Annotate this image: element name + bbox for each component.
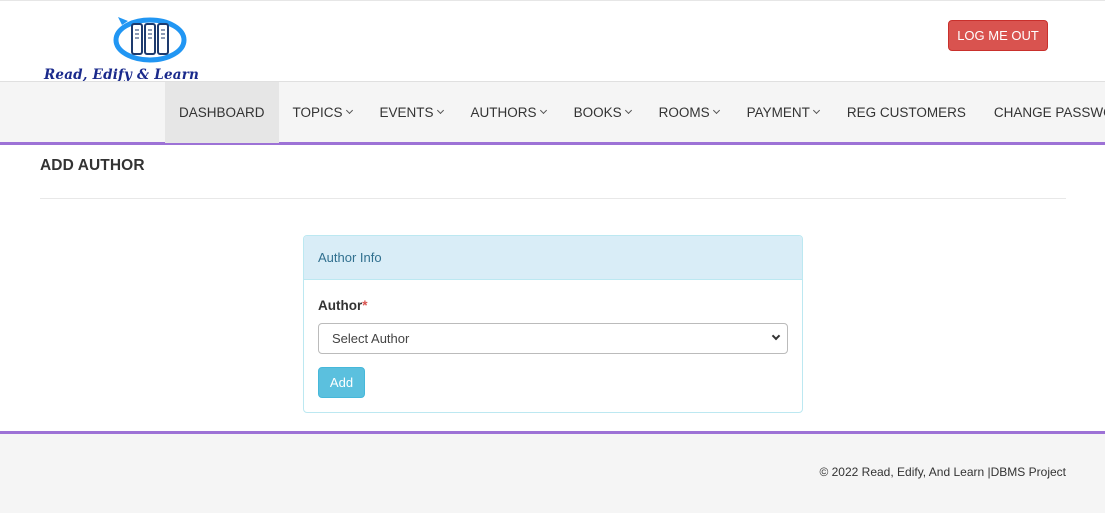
nav-item-authors[interactable]: AUTHORS (457, 82, 560, 143)
author-label-text: Author (318, 298, 363, 313)
chevron-down-icon (436, 106, 444, 115)
site-logo[interactable]: Read, Edify & Learn (40, 13, 264, 83)
nav-item-reg-customers[interactable]: REG CUSTOMERS (833, 82, 980, 143)
nav-item-label: ROOMS (658, 105, 710, 120)
chevron-down-icon (539, 106, 547, 115)
footer-copyright: © 2022 Read, Edify, And Learn |DBMS Proj… (819, 465, 1066, 479)
nav-item-label: EVENTS (379, 105, 434, 120)
nav-item-label: BOOKS (573, 105, 622, 120)
chevron-down-icon (345, 106, 353, 115)
nav-menu: DASHBOARD TOPICS EVENTS AUTHORS BOOKS RO… (165, 82, 1105, 143)
nav-item-payment[interactable]: PAYMENT (733, 82, 833, 143)
nav-item-label: AUTHORS (470, 105, 537, 120)
nav-item-label: DASHBOARD (179, 105, 265, 120)
nav-item-label: TOPICS (292, 105, 343, 120)
top-header: Read, Edify & Learn LOG ME OUT (0, 0, 1105, 83)
nav-item-label: CHANGE PASSWORD (993, 105, 1105, 120)
chevron-down-icon (812, 106, 820, 115)
chevron-down-icon (712, 106, 720, 115)
nav-item-rooms[interactable]: ROOMS (645, 82, 733, 143)
nav-item-dashboard[interactable]: DASHBOARD (165, 82, 279, 143)
nav-item-change-password[interactable]: CHANGE PASSWORD (980, 82, 1105, 143)
nav-item-label: REG CUSTOMERS (846, 105, 966, 120)
author-field-label: Author* (318, 298, 368, 313)
add-button[interactable]: Add (318, 367, 365, 398)
author-select-value: Select Author (332, 331, 410, 346)
panel-heading: Author Info (304, 236, 802, 280)
nav-item-events[interactable]: EVENTS (366, 82, 457, 143)
logout-button[interactable]: LOG ME OUT (948, 20, 1048, 51)
page-title: ADD AUTHOR (40, 157, 145, 174)
author-info-panel: Author Info Author* Select Author Add (303, 235, 803, 413)
chevron-down-icon (624, 106, 632, 115)
main-navbar: DASHBOARD TOPICS EVENTS AUTHORS BOOKS RO… (0, 81, 1105, 145)
chevron-down-icon (771, 331, 781, 341)
nav-item-label: PAYMENT (746, 105, 810, 120)
divider (40, 198, 1066, 199)
nav-item-books[interactable]: BOOKS (560, 82, 645, 143)
required-marker: * (362, 298, 368, 313)
nav-item-topics[interactable]: TOPICS (279, 82, 366, 143)
author-select[interactable]: Select Author (318, 323, 788, 354)
books-logo-icon (113, 17, 187, 63)
footer: © 2022 Read, Edify, And Learn |DBMS Proj… (0, 431, 1105, 513)
